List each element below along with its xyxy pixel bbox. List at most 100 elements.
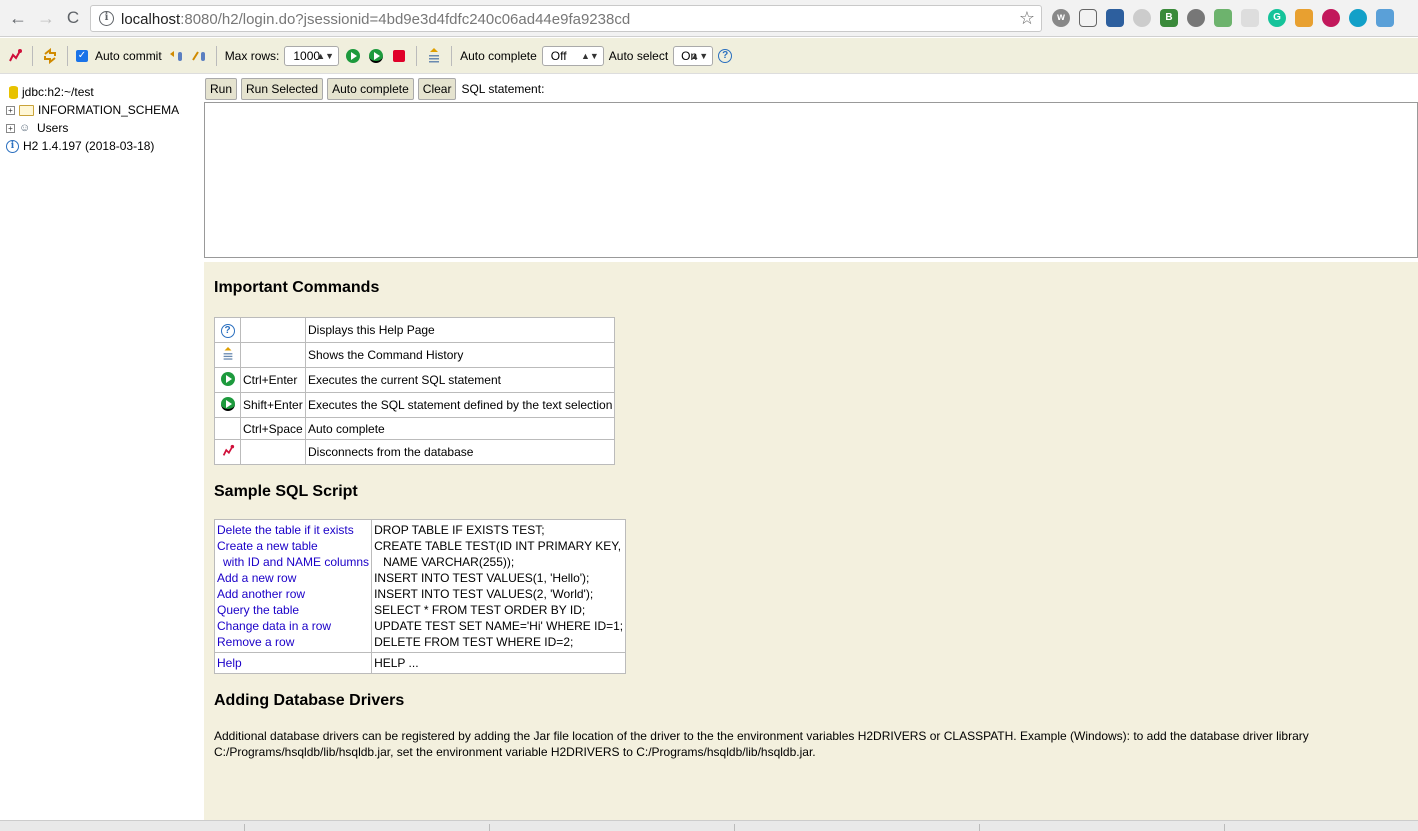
auto-commit-label: Auto commit	[95, 48, 162, 63]
clear-button[interactable]: Clear	[417, 78, 457, 100]
tree-users-label: Users	[37, 121, 69, 135]
help-icon[interactable]: ?	[718, 48, 733, 63]
extension-podcast-icon[interactable]	[1322, 9, 1340, 27]
url-path: :8080/h2/login.do?jsessionid=4bd9e3d4fdf…	[180, 11, 631, 28]
history-icon[interactable]	[425, 47, 443, 65]
table-row: Ctrl+Space Auto complete	[214, 417, 616, 440]
toolbar-separator	[215, 45, 217, 66]
extension-circle-icon[interactable]	[1133, 9, 1151, 27]
grammarly-icon[interactable]: G	[1268, 9, 1286, 27]
auto-select-select[interactable]: On ▲▼	[673, 45, 714, 66]
run-selected-icon	[220, 396, 235, 411]
info-icon: i	[6, 139, 19, 153]
refresh-icon[interactable]	[41, 47, 59, 65]
commands-table: ? Displays this Help Page Shows the Comm…	[214, 317, 616, 465]
table-cell: Help	[213, 652, 373, 674]
database-icon	[9, 85, 18, 99]
command-desc: Displays this Help Page	[304, 317, 616, 343]
command-key: Ctrl+Space	[240, 417, 306, 440]
run-selected-button[interactable]: Run Selected	[241, 78, 324, 100]
bookmark-star-icon[interactable]: ☆	[1019, 8, 1035, 29]
extensions-bar: w B G	[1052, 9, 1394, 27]
extension-glasses-icon[interactable]	[1106, 9, 1124, 27]
sql-statement-input[interactable]	[204, 102, 1418, 258]
run-icon	[220, 371, 235, 386]
divider	[489, 824, 490, 831]
extension-globe-icon[interactable]	[1187, 9, 1205, 27]
select-arrows-icon: ▲▼	[690, 50, 709, 61]
table-row: ? Displays this Help Page	[214, 317, 616, 343]
help-icon: ?	[220, 324, 235, 338]
script-code-cell: DROP TABLE IF EXISTS TEST; CREATE TABLE …	[371, 519, 627, 653]
site-info-icon[interactable]: i	[99, 11, 114, 26]
auto-commit-checkbox[interactable]: ✓	[76, 49, 88, 62]
auto-complete-button[interactable]: Auto complete	[327, 78, 414, 100]
auto-complete-select[interactable]: Off ▲▼	[541, 45, 604, 66]
script-link-drop[interactable]: Delete the table if it exists	[217, 522, 369, 538]
forward-icon[interactable]: →	[36, 8, 56, 28]
back-icon[interactable]: ←	[8, 8, 28, 28]
stop-icon[interactable]	[390, 47, 408, 65]
address-bar[interactable]: i localhost:8080/h2/login.do?jsessionid=…	[90, 5, 1042, 32]
toolbar-separator	[451, 45, 453, 66]
extension-orange-icon[interactable]	[1295, 9, 1313, 27]
script-code-line: INSERT INTO TEST VALUES(1, 'Hello');	[374, 571, 590, 585]
command-key	[240, 439, 306, 465]
divider	[244, 824, 245, 831]
script-code-line: NAME VARCHAR(255));	[383, 555, 515, 569]
script-link-update[interactable]: Change data in a row	[217, 618, 369, 634]
max-rows-select[interactable]: 1000 ▲▼	[284, 45, 340, 66]
script-code-line: DROP TABLE IF EXISTS TEST;	[374, 523, 545, 537]
auto-complete-label: Auto complete	[460, 48, 537, 63]
run-icon[interactable]	[344, 47, 362, 65]
script-link-select[interactable]: Query the table	[217, 602, 369, 618]
script-link-create-cont[interactable]: with ID and NAME columns	[217, 554, 369, 570]
script-link-delete[interactable]: Remove a row	[217, 634, 369, 650]
script-link-insert-2[interactable]: Add another row	[217, 586, 369, 602]
script-code-line: CREATE TABLE TEST(ID INT PRIMARY KEY,	[374, 539, 622, 553]
command-desc: Disconnects from the database	[304, 439, 616, 465]
url-host: localhost	[121, 11, 181, 28]
disconnect-icon[interactable]	[6, 47, 24, 65]
url-text[interactable]: localhost:8080/h2/login.do?jsessionid=4b…	[121, 11, 630, 28]
script-link-help[interactable]: Help	[217, 655, 369, 671]
tree-connection-label: jdbc:h2:~/test	[22, 85, 94, 99]
tree-schema[interactable]: + INFORMATION_SCHEMA	[6, 101, 204, 119]
max-rows-label: Max rows:	[224, 48, 280, 63]
script-link-create[interactable]: Create a new table	[217, 538, 369, 554]
expand-icon[interactable]: +	[6, 123, 15, 133]
extension-w-icon[interactable]: w	[1052, 9, 1070, 27]
schema-tree: jdbc:h2:~/test + INFORMATION_SCHEMA + ☺ …	[0, 75, 204, 820]
bottom-scrollbar	[0, 820, 1418, 831]
tree-connection[interactable]: jdbc:h2:~/test	[6, 83, 204, 101]
run-selected-icon[interactable]	[367, 47, 385, 65]
extension-b-icon[interactable]: B	[1160, 9, 1178, 27]
table-row: Help HELP ...	[213, 652, 627, 674]
reload-icon[interactable]: C	[63, 8, 83, 28]
extension-wifi-icon[interactable]	[1214, 9, 1232, 27]
select-arrows-icon: ▲▼	[580, 50, 599, 61]
script-code-line: SELECT * FROM TEST ORDER BY ID;	[374, 603, 586, 617]
command-key: Ctrl+Enter	[240, 367, 306, 393]
folder-icon	[19, 104, 34, 116]
extension-map-icon[interactable]	[1376, 9, 1394, 27]
table-cell: ?	[214, 317, 241, 343]
users-icon: ☺	[19, 122, 31, 134]
sql-button-bar: Run Run Selected Auto complete Clear SQL…	[204, 75, 1418, 103]
cast-icon[interactable]	[1079, 9, 1097, 27]
expand-icon[interactable]: +	[6, 105, 15, 115]
extension-grid-icon[interactable]	[1241, 9, 1259, 27]
commit-icon[interactable]	[190, 47, 208, 65]
divider	[1224, 824, 1225, 831]
command-desc: Auto complete	[304, 417, 616, 440]
rollback-icon[interactable]	[167, 47, 185, 65]
select-arrows-icon: ▲▼	[316, 50, 335, 61]
auto-complete-value: Off	[550, 48, 567, 63]
disconnect-icon	[221, 444, 235, 461]
extension-blue-icon[interactable]	[1349, 9, 1367, 27]
tree-schema-label: INFORMATION_SCHEMA	[38, 103, 180, 117]
run-button[interactable]: Run	[205, 78, 238, 100]
tree-users[interactable]: + ☺ Users	[6, 119, 204, 137]
command-desc: Executes the SQL statement defined by th…	[304, 392, 616, 418]
script-link-insert-1[interactable]: Add a new row	[217, 570, 369, 586]
